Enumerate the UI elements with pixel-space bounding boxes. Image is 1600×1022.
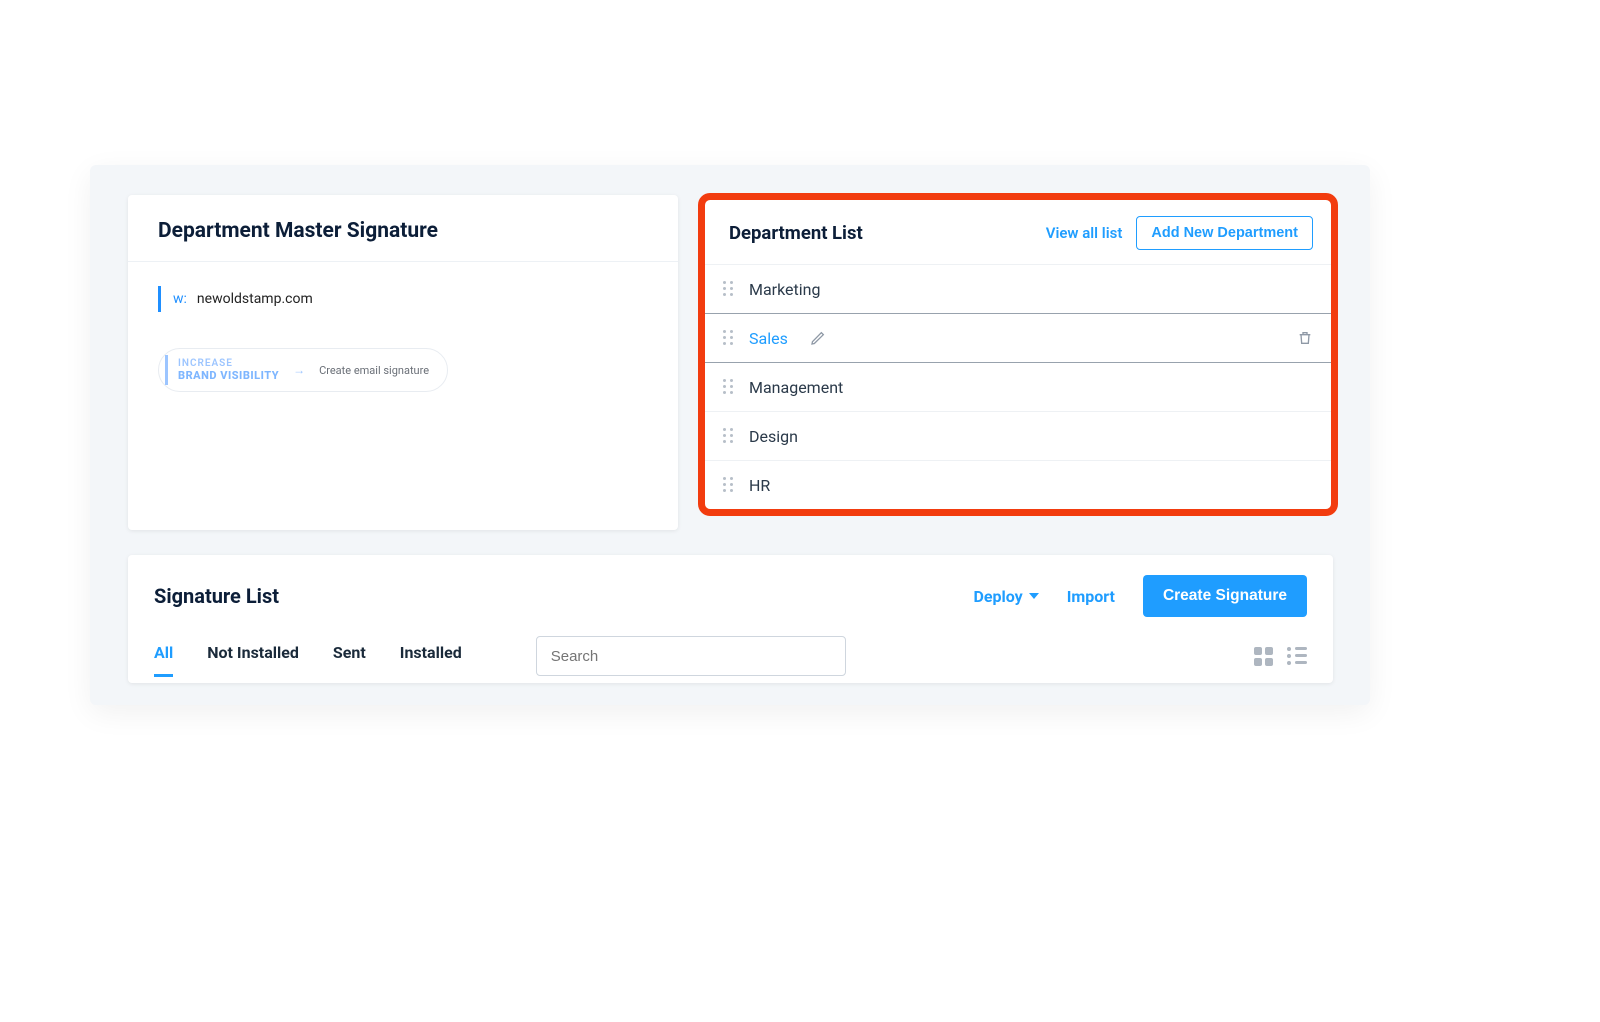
signature-list-title: Signature List — [154, 584, 945, 608]
department-row-management[interactable]: Management — [705, 362, 1331, 411]
signature-preview: w: newoldstamp.com — [128, 262, 678, 322]
signature-w-prefix: w: — [173, 291, 187, 307]
department-name: Management — [749, 378, 843, 397]
list-view-icon[interactable] — [1287, 647, 1307, 666]
department-row-hr[interactable]: HR — [705, 460, 1331, 509]
signature-website: newoldstamp.com — [197, 291, 313, 307]
banner-text: INCREASE BRAND VISIBILITY — [165, 355, 285, 385]
create-signature-button[interactable]: Create Signature — [1143, 575, 1307, 617]
banner-cta: Create email signature — [319, 364, 429, 377]
department-row-design[interactable]: Design — [705, 411, 1331, 460]
deploy-label: Deploy — [973, 587, 1022, 606]
signature-list-header: Signature List Deploy Import Create Sign… — [128, 555, 1333, 625]
import-link[interactable]: Import — [1067, 587, 1115, 606]
signature-list-card: Signature List Deploy Import Create Sign… — [128, 555, 1333, 683]
department-name: HR — [749, 476, 770, 495]
department-name: Marketing — [749, 280, 820, 299]
search-input[interactable] — [536, 636, 846, 676]
department-row-sales[interactable]: Sales — [705, 313, 1331, 362]
banner-line2: BRAND VISIBILITY — [178, 370, 279, 382]
signature-banner[interactable]: INCREASE BRAND VISIBILITY → Create email… — [158, 348, 448, 392]
signature-website-row: w: newoldstamp.com — [158, 286, 648, 312]
master-signature-title: Department Master Signature — [128, 195, 678, 261]
tab-sent[interactable]: Sent — [333, 635, 366, 677]
view-toggle — [1254, 647, 1307, 666]
department-name: Design — [749, 427, 798, 446]
department-row-marketing[interactable]: Marketing — [705, 264, 1331, 313]
drag-handle-icon[interactable] — [723, 477, 737, 493]
tab-not-installed[interactable]: Not Installed — [207, 635, 299, 677]
master-signature-card: Department Master Signature w: newoldsta… — [128, 195, 678, 530]
view-all-list-link[interactable]: View all list — [1046, 224, 1123, 242]
department-list-title: Department List — [729, 222, 1032, 244]
drag-handle-icon[interactable] — [723, 379, 737, 395]
drag-handle-icon[interactable] — [723, 330, 737, 346]
add-new-department-button[interactable]: Add New Department — [1136, 216, 1313, 250]
department-list-header: Department List View all list Add New De… — [705, 200, 1331, 264]
tab-all[interactable]: All — [154, 635, 173, 677]
department-name: Sales — [749, 329, 788, 348]
delete-icon[interactable] — [1297, 330, 1313, 346]
banner-line1: INCREASE — [178, 359, 279, 370]
deploy-dropdown[interactable]: Deploy — [973, 587, 1038, 606]
signature-list-tabs: All Not Installed Sent Installed — [128, 625, 1333, 677]
drag-handle-icon[interactable] — [723, 281, 737, 297]
department-list-card: Department List View all list Add New De… — [698, 193, 1338, 516]
tab-installed[interactable]: Installed — [400, 635, 462, 677]
arrow-right-icon: → — [293, 363, 305, 377]
drag-handle-icon[interactable] — [723, 428, 737, 444]
edit-icon[interactable] — [810, 330, 826, 346]
app-stage: Department Master Signature w: newoldsta… — [90, 165, 1370, 705]
grid-view-icon[interactable] — [1254, 647, 1273, 666]
chevron-down-icon — [1029, 593, 1039, 599]
